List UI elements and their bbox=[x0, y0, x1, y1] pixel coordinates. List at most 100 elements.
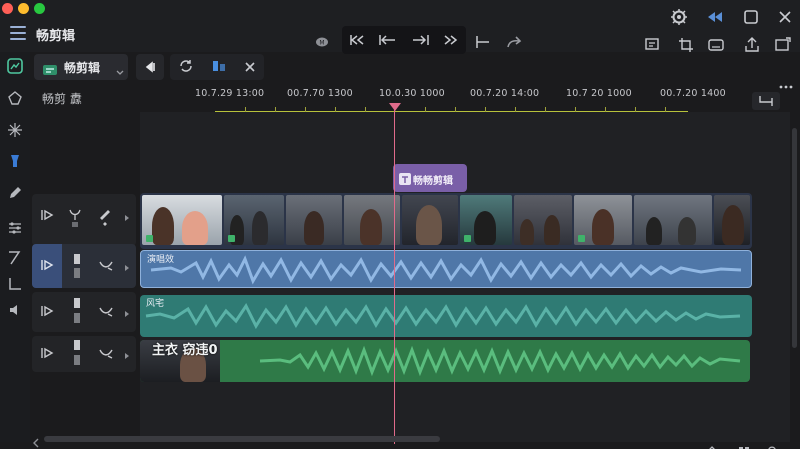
shape-tool-icon[interactable] bbox=[7, 90, 23, 106]
ruler-label: 10.7 20 1000 bbox=[566, 88, 632, 99]
scroll-left-arrow-icon[interactable] bbox=[32, 433, 40, 449]
video-thumbnail[interactable] bbox=[634, 195, 712, 245]
track-volume-icon[interactable] bbox=[98, 346, 114, 363]
minimize-window-button[interactable] bbox=[18, 3, 29, 14]
playhead-line[interactable] bbox=[394, 104, 395, 444]
track-volume-icon[interactable] bbox=[98, 304, 114, 321]
video-thumbnail[interactable] bbox=[142, 195, 222, 245]
audio-clip-3[interactable]: 主衣 窃违0 bbox=[140, 340, 750, 382]
breadcrumb: 畅剪 纛 bbox=[42, 92, 82, 106]
skip-to-start-icon[interactable] bbox=[349, 34, 365, 46]
track-play-icon[interactable] bbox=[40, 304, 54, 321]
transition-icon[interactable] bbox=[7, 250, 23, 266]
track-expand-icon[interactable] bbox=[124, 308, 130, 321]
track-lock-icon[interactable] bbox=[72, 296, 82, 329]
playhead-handle[interactable] bbox=[389, 103, 401, 111]
track-lock-icon[interactable] bbox=[72, 338, 82, 371]
mirror-icon[interactable] bbox=[211, 58, 227, 77]
prev-frame-button[interactable] bbox=[136, 54, 164, 80]
video-thumbnail[interactable] bbox=[574, 195, 632, 245]
pen-tool-icon[interactable] bbox=[7, 185, 23, 201]
project-name: 畅剪辑 bbox=[64, 61, 101, 75]
track-effect-icon[interactable] bbox=[68, 208, 82, 231]
ruler-label: 10.0.30 1000 bbox=[379, 88, 445, 99]
track-play-icon[interactable] bbox=[40, 258, 54, 275]
audio-clip-1[interactable]: 演唱效 bbox=[140, 250, 752, 288]
project-selector[interactable]: 畅剪辑 bbox=[34, 54, 128, 80]
snap-icon[interactable] bbox=[706, 440, 718, 449]
video-clip-strip[interactable] bbox=[140, 193, 752, 249]
skip-to-end-icon[interactable] bbox=[443, 34, 459, 46]
subtool-group bbox=[170, 54, 264, 80]
effects-sparkle-icon[interactable] bbox=[7, 122, 23, 138]
ruler-zoom-icon[interactable] bbox=[752, 92, 780, 110]
track-expand-icon[interactable] bbox=[124, 262, 130, 275]
step-back-icon[interactable] bbox=[379, 34, 397, 46]
ruler-label: 00.7.20 1400 bbox=[660, 88, 726, 99]
more-options-icon[interactable] bbox=[779, 74, 793, 89]
maximize-window-button[interactable] bbox=[34, 3, 45, 14]
audio-track-2-header bbox=[32, 292, 136, 332]
cloud-sync-icon[interactable]: M bbox=[315, 32, 329, 47]
close-window-button[interactable] bbox=[2, 3, 13, 14]
clip-tag-label: 畅畅剪辑 bbox=[413, 176, 453, 187]
project-icon bbox=[42, 61, 58, 80]
hamburger-menu-icon[interactable] bbox=[10, 26, 26, 40]
video-thumbnail[interactable] bbox=[344, 195, 400, 245]
delete-x-icon[interactable] bbox=[244, 58, 256, 77]
track-lock-icon[interactable] bbox=[72, 252, 82, 283]
adjust-sliders-icon[interactable] bbox=[7, 220, 23, 236]
vertical-scrollbar[interactable] bbox=[792, 128, 797, 348]
track-expand-icon[interactable] bbox=[124, 212, 130, 225]
settings-gear-icon[interactable] bbox=[670, 8, 688, 26]
video-thumbnail[interactable] bbox=[714, 195, 750, 245]
crop-icon[interactable] bbox=[678, 37, 696, 53]
export-icon[interactable] bbox=[743, 37, 761, 53]
playback-nav-group bbox=[342, 26, 466, 54]
edit-tool-icon[interactable] bbox=[7, 58, 23, 74]
video-track-header bbox=[32, 194, 136, 246]
horizontal-scrollbar[interactable] bbox=[44, 436, 440, 442]
fullscreen-icon[interactable] bbox=[773, 37, 791, 53]
audio-track-3-header bbox=[32, 336, 136, 372]
subtitle-icon[interactable] bbox=[707, 37, 725, 53]
crop-corner-icon[interactable] bbox=[7, 276, 23, 292]
ruler-label: 00.7.20 14:00 bbox=[470, 88, 540, 99]
video-thumbnail[interactable] bbox=[286, 195, 342, 245]
title-clip-tag[interactable]: 畅畅剪辑 bbox=[393, 164, 467, 192]
grid-icon[interactable] bbox=[738, 440, 750, 449]
waveform bbox=[145, 303, 741, 330]
chevron-down-icon bbox=[116, 62, 124, 81]
color-filter-icon[interactable] bbox=[7, 153, 23, 169]
waveform bbox=[259, 345, 741, 377]
rotate-icon[interactable] bbox=[178, 58, 194, 77]
tool-sidebar bbox=[0, 52, 30, 442]
ruler-label: 10.7.29 13:00 bbox=[195, 88, 265, 99]
media-library-icon[interactable] bbox=[644, 37, 662, 53]
redo-icon[interactable] bbox=[506, 34, 524, 53]
title-bar: 畅剪辑 M bbox=[0, 0, 800, 54]
video-thumbnail[interactable] bbox=[224, 195, 284, 245]
ruler-label: 00.7.70 1300 bbox=[287, 88, 353, 99]
track-expand-icon[interactable] bbox=[124, 350, 130, 363]
audio-clip-2[interactable]: 风宅 bbox=[140, 295, 752, 337]
text-clip-icon bbox=[398, 171, 412, 190]
volume-icon[interactable] bbox=[7, 302, 23, 318]
track-color-icon[interactable] bbox=[98, 208, 112, 231]
video-thumbnail[interactable] bbox=[514, 195, 572, 245]
app-title: 畅剪辑 bbox=[36, 29, 76, 44]
audio-track-1-header bbox=[32, 244, 136, 288]
track-play-icon[interactable] bbox=[40, 208, 54, 225]
step-forward-icon[interactable] bbox=[411, 34, 429, 46]
waveform bbox=[150, 255, 742, 285]
timeline-settings-icon[interactable] bbox=[766, 440, 778, 449]
track-play-icon[interactable] bbox=[40, 346, 54, 363]
window-layout-icon[interactable] bbox=[742, 8, 760, 26]
svg-text:M: M bbox=[319, 40, 324, 47]
rewind-icon[interactable] bbox=[706, 8, 724, 26]
close-icon[interactable] bbox=[776, 8, 794, 26]
track-volume-icon[interactable] bbox=[98, 258, 114, 275]
video-thumbnail[interactable] bbox=[460, 195, 512, 245]
video-thumbnail[interactable] bbox=[402, 195, 458, 245]
split-icon[interactable] bbox=[474, 34, 492, 53]
